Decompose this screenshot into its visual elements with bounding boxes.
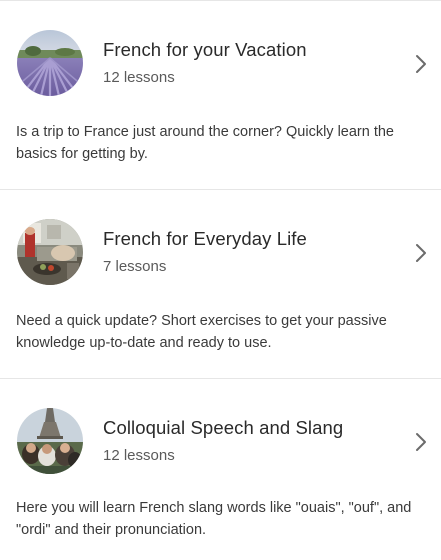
course-thumbnail bbox=[17, 219, 83, 285]
chevron-right-icon[interactable] bbox=[414, 431, 428, 453]
course-description: Is a trip to France just around the corn… bbox=[16, 124, 394, 162]
course-description: Here you will learn French slang words l… bbox=[16, 500, 412, 538]
course-thumbnail bbox=[17, 408, 83, 474]
lesson-count: 7 lessons bbox=[103, 258, 167, 275]
chevron-right-icon[interactable] bbox=[414, 242, 428, 264]
lavender-field-photo bbox=[17, 30, 83, 96]
lesson-count: 12 lessons bbox=[103, 69, 175, 86]
course-title: French for your Vacation bbox=[103, 39, 307, 60]
lesson-count: 12 lessons bbox=[103, 447, 175, 464]
course-card[interactable]: Colloquial Speech and Slang 12 lessons H… bbox=[0, 379, 441, 560]
kitchen-photo bbox=[17, 219, 83, 285]
course-title: Colloquial Speech and Slang bbox=[103, 417, 344, 438]
course-card[interactable]: French for your Vacation 12 lessons Is a… bbox=[0, 1, 441, 189]
eiffel-tower-friends-photo bbox=[17, 408, 83, 474]
chevron-right-icon[interactable] bbox=[414, 53, 428, 75]
course-description: Need a quick update? Short exercises to … bbox=[16, 313, 387, 351]
course-title: French for Everyday Life bbox=[103, 228, 307, 249]
course-thumbnail bbox=[17, 30, 83, 96]
course-card[interactable]: French for Everyday Life 7 lessons Need … bbox=[0, 190, 441, 378]
